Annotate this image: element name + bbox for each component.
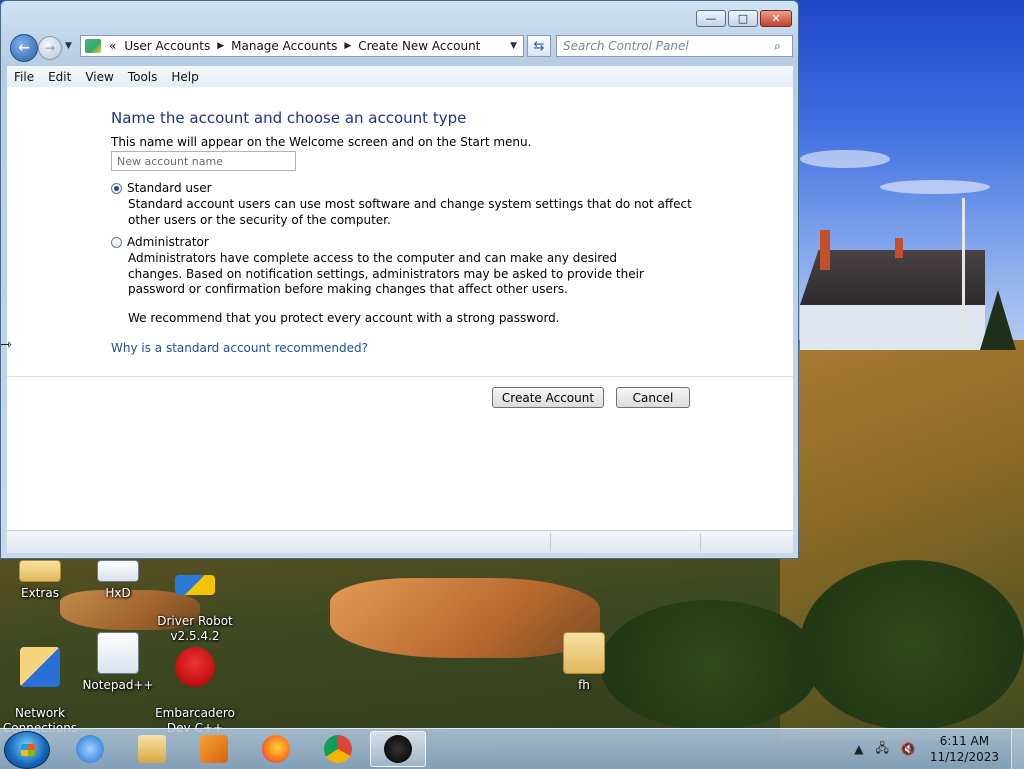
status-divider [700,533,701,551]
desktop-icon-fh[interactable]: fh [544,632,624,693]
status-bar [7,530,793,553]
administrator-label[interactable]: Administrator [127,235,209,249]
desktop-icon-label: Extras [21,586,59,600]
desktop-icon-hxd[interactable]: HxD [78,560,158,601]
start-button[interactable] [4,731,50,769]
desktop-icon-devcpp[interactable]: Embarcadero Dev-C++ [155,632,235,736]
menu-tools[interactable]: Tools [121,70,165,84]
refresh-button[interactable]: ⇆ [527,35,551,57]
clock-time: 6:11 AM [939,734,990,748]
maximize-button[interactable]: □ [728,10,758,27]
password-recommendation: We recommend that you protect every acco… [128,311,560,325]
wallpaper-cloud [880,180,990,194]
system-tray: ▲ 🖧 🔇 6:11 AM 11/12/2023 [848,729,1024,769]
content-pane: Name the account and choose an account t… [7,87,793,530]
breadcrumb-create-new-account[interactable]: Create New Account [354,39,484,53]
account-name-field[interactable] [111,151,296,171]
menu-bar: File Edit View Tools Help [7,66,793,88]
status-divider [550,533,551,551]
control-panel-icon [85,39,101,53]
wallpaper-bush [600,600,820,730]
administrator-description: Administrators have complete access to t… [128,251,644,296]
menu-view[interactable]: View [78,70,120,84]
desktop-icon-label: Notepad++ [82,678,154,692]
name-instructions: This name will appear on the Welcome scr… [111,135,532,149]
hex-editor-icon [97,560,139,582]
forward-button[interactable]: → [38,36,62,60]
search-input[interactable] [557,38,774,54]
close-button[interactable]: ✕ [760,10,792,27]
desktop-icon-label: HxD [105,586,131,600]
windows-logo-icon [21,744,35,756]
folder-icon [563,632,605,674]
network-icon[interactable]: 🖧 [875,739,888,760]
taskbar-chrome[interactable] [310,731,366,767]
wallpaper-bush [800,560,1024,730]
firefox-icon [262,735,290,763]
search-box[interactable]: ⌕ [556,35,793,57]
chevron-right-icon[interactable]: ▶ [341,41,354,51]
divider [7,376,793,377]
taskbar-internet-explorer[interactable] [62,731,118,767]
volume-muted-icon[interactable]: 🔇 [901,742,916,756]
back-button[interactable]: ← [10,34,38,62]
clock[interactable]: 6:11 AM 11/12/2023 [930,733,999,765]
chevron-right-icon[interactable]: ▶ [214,41,227,51]
refresh-icon: ⇆ [533,38,545,54]
file-explorer-icon [138,735,166,763]
menu-edit[interactable]: Edit [41,70,78,84]
desktop-icon-notepadpp[interactable]: Notepad++ [78,632,158,693]
network-icon [20,647,60,687]
folder-icon [19,560,61,582]
desktop-icon-extras[interactable]: Extras [0,560,80,601]
wallpaper-house [800,230,985,350]
taskbar-active-app[interactable] [370,731,426,767]
search-icon[interactable]: ⌕ [774,39,792,54]
chrome-icon [324,735,352,763]
standard-account-help-link[interactable]: Why is a standard account recommended? [111,341,368,355]
clock-date: 11/12/2023 [929,750,999,764]
resize-cursor-icon: ⇾ [0,337,12,353]
desktop-icon-label: fh [578,678,590,692]
show-desktop-button[interactable] [1011,729,1024,769]
show-hidden-icons-icon[interactable]: ▲ [854,742,863,756]
create-account-button[interactable]: Create Account [492,387,604,408]
breadcrumb-user-accounts[interactable]: User Accounts [120,39,214,53]
address-bar[interactable]: « User Accounts ▶ Manage Accounts ▶ Crea… [80,35,524,57]
taskbar-media-player[interactable] [186,731,242,767]
notepad-icon [97,632,139,674]
control-panel-window: — □ ✕ ← → ▼ « User Accounts ▶ Manage Acc… [0,0,799,559]
window-controls: — □ ✕ [696,10,792,27]
breadcrumb-manage-accounts[interactable]: Manage Accounts [227,39,341,53]
menu-help[interactable]: Help [164,70,205,84]
active-app-icon [384,735,412,763]
minimize-button[interactable]: — [696,10,726,27]
cancel-button[interactable]: Cancel [616,387,690,408]
chevron-down-icon[interactable]: ▼ [504,41,523,51]
internet-explorer-icon [76,735,104,763]
desktop-icon-network-connections[interactable]: Network Connections [0,632,80,736]
recent-pages-dropdown[interactable]: ▼ [65,41,72,51]
arrow-right-icon: → [44,41,56,55]
menu-file[interactable]: File [7,70,41,84]
standard-user-description: Standard account users can use most soft… [128,197,692,227]
page-title: Name the account and choose an account t… [111,109,467,127]
wallpaper-flagpole [962,198,965,348]
navigation-bar: ← → ▼ « User Accounts ▶ Manage Accounts … [7,33,793,62]
taskbar: ▲ 🖧 🔇 6:11 AM 11/12/2023 [0,728,1024,769]
taskbar-firefox[interactable] [248,731,304,767]
breadcrumb-overflow[interactable]: « [105,39,120,53]
administrator-option[interactable]: Administrator [111,235,209,249]
standard-user-label[interactable]: Standard user [127,181,212,195]
wallpaper-cloud [800,150,890,168]
standard-user-radio[interactable] [111,182,122,194]
standard-user-option[interactable]: Standard user [111,181,212,195]
taskbar-file-explorer[interactable] [124,731,180,767]
media-player-icon [200,735,228,763]
administrator-radio[interactable] [111,236,122,248]
driver-robot-icon [175,575,215,595]
arrow-left-icon: ← [18,40,30,56]
devcpp-icon [175,647,215,687]
